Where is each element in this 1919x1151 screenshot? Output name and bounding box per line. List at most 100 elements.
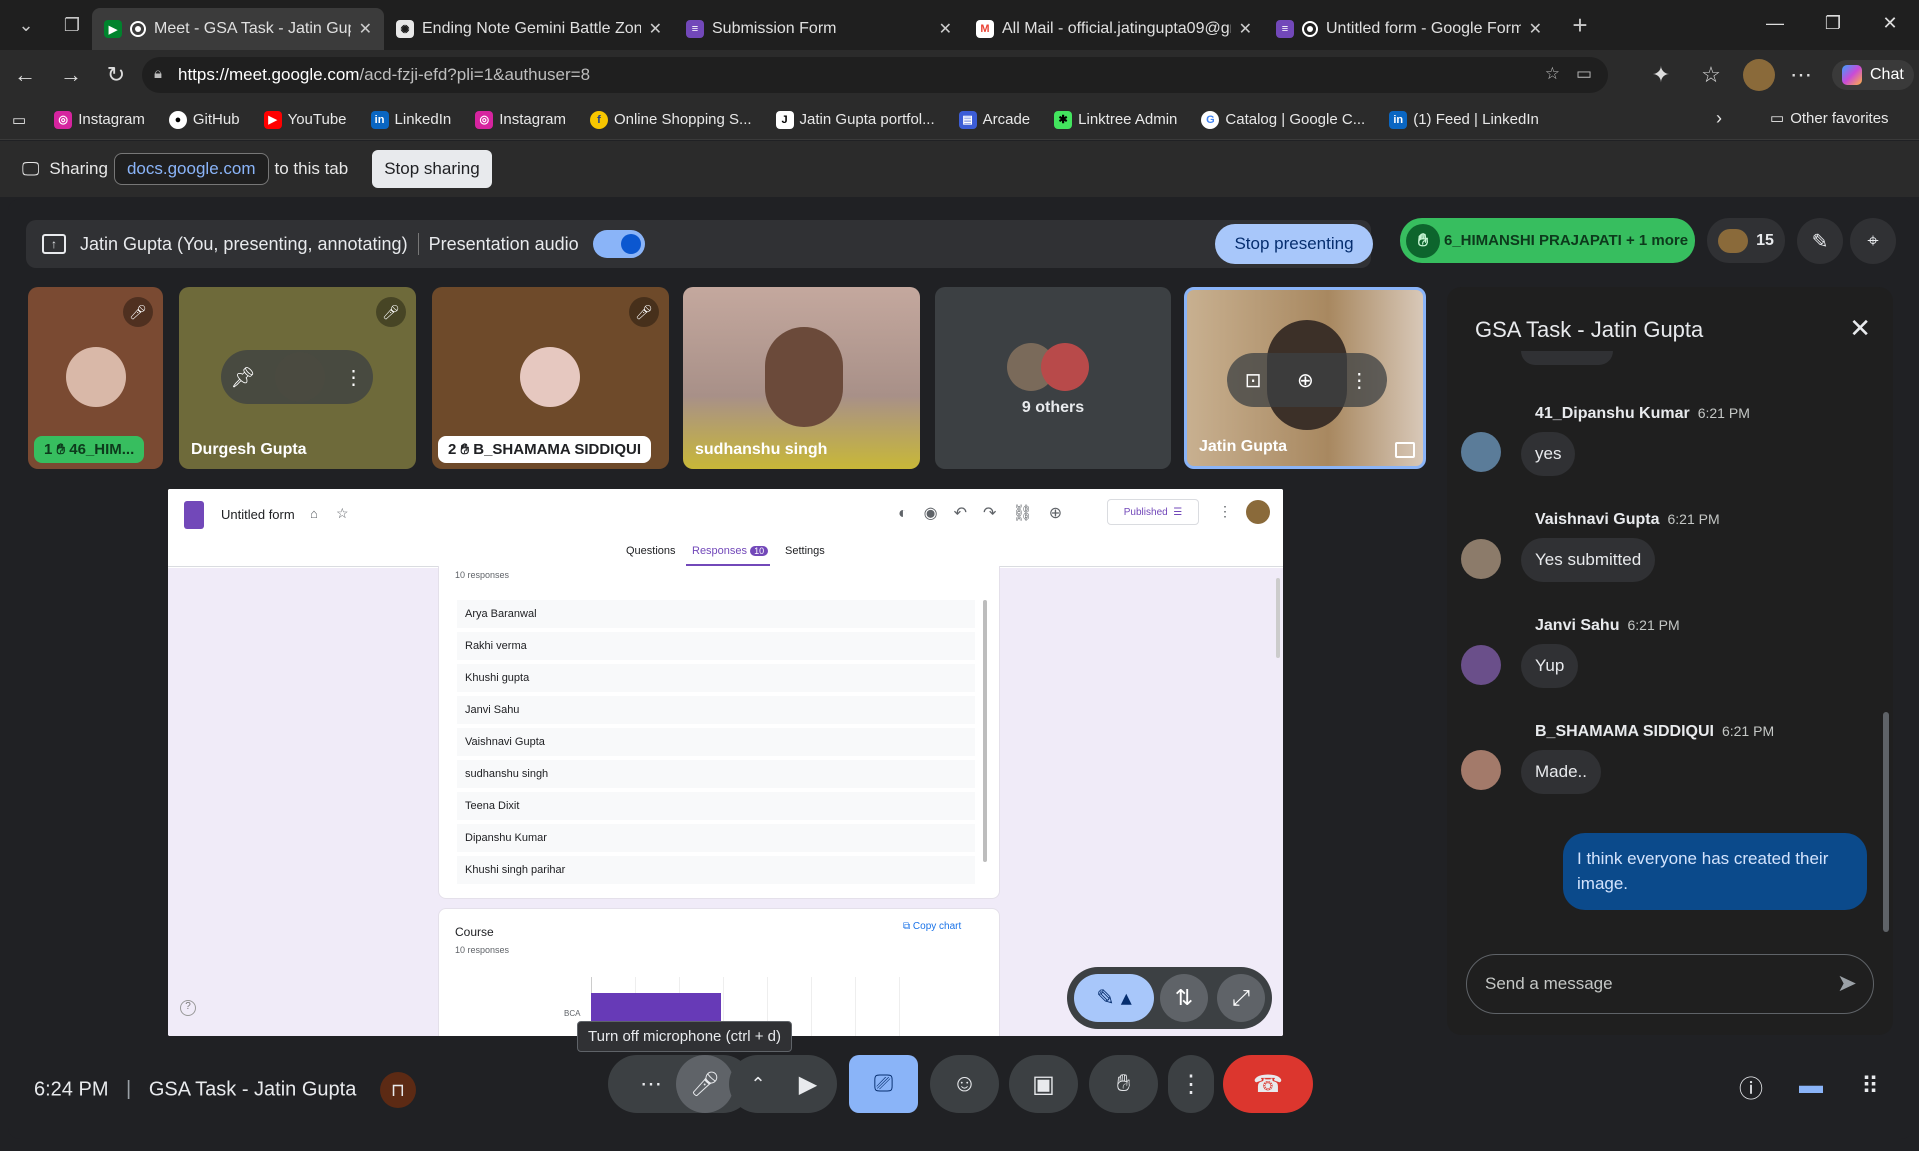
browser-tab-strip: ⌄ ❐ ▶ Meet - GSA Task - Jatin Gupta ✕ ✺ …: [0, 0, 1919, 50]
annotation-pen-tool[interactable]: ✎ ▴: [1074, 974, 1154, 1022]
presentation-audio-toggle[interactable]: [592, 230, 645, 258]
favorites-icon[interactable]: ☆: [1698, 62, 1724, 88]
self-tile[interactable]: ⊡ ⊕ ⋮ Jatin Gupta: [1184, 287, 1426, 469]
hand-number: 2: [448, 441, 457, 458]
more-options-icon[interactable]: ⋮: [344, 365, 364, 390]
send-icon[interactable]: ➤: [1837, 969, 1857, 998]
others-label: 9 others: [1021, 399, 1085, 416]
emoji-reaction-button[interactable]: ☺: [930, 1055, 999, 1113]
tab-ending-note[interactable]: ✺ Ending Note Gemini Battle Zone ✕: [384, 8, 674, 50]
close-chat-icon[interactable]: ✕: [1849, 313, 1871, 344]
tile-name: Jatin Gupta: [1199, 438, 1288, 455]
captions-button[interactable]: ▣: [1009, 1055, 1078, 1113]
meeting-info: 6:24 PM | GSA Task - Jatin Gupta ⊓: [34, 1072, 416, 1108]
participant-tile-video[interactable]: sudhanshu singh: [683, 287, 920, 469]
restore-icon[interactable]: ❐: [1805, 0, 1861, 46]
close-tab-icon[interactable]: ✕: [649, 19, 662, 39]
reload-icon[interactable]: ↻: [103, 62, 129, 88]
close-tab-icon[interactable]: ✕: [1529, 19, 1542, 39]
new-tab-icon[interactable]: +: [1560, 5, 1600, 45]
chat-input[interactable]: Send a message ➤: [1466, 954, 1874, 1014]
tab-list-chevron-icon[interactable]: ⌄: [6, 5, 46, 45]
door-icon[interactable]: ⊓: [379, 1072, 416, 1108]
chat-scrollbar[interactable]: [1883, 712, 1889, 932]
stop-sharing-button[interactable]: Stop sharing: [372, 150, 492, 188]
minimize-icon[interactable]: —: [1747, 0, 1803, 46]
microphone-button[interactable]: 🎤︎: [676, 1055, 734, 1113]
extensions-icon[interactable]: ✦: [1648, 62, 1674, 88]
bookmark-instagram-2[interactable]: ◎ Instagram: [475, 110, 566, 129]
responses-count: 10 responses: [455, 570, 510, 580]
activities-icon[interactable]: ⠿: [1852, 1068, 1888, 1104]
close-tab-icon[interactable]: ✕: [939, 19, 952, 39]
bookmark-online-shopping[interactable]: f Online Shopping S...: [589, 110, 752, 129]
tile-name: 46_HIM...: [69, 441, 135, 458]
unpin-icon[interactable]: ⌖: [1850, 218, 1896, 264]
tab-meet[interactable]: ▶ Meet - GSA Task - Jatin Gupta ✕: [92, 8, 384, 50]
camera-options-chevron-icon[interactable]: ⌃: [733, 1074, 783, 1095]
more-menu-icon[interactable]: ⋯: [1788, 62, 1814, 88]
pin-icon[interactable]: 📌︎: [230, 365, 255, 390]
bookmarks-overflow-chevron-icon[interactable]: ›: [1716, 108, 1722, 129]
raised-hands-chip[interactable]: ✋︎ 6_HIMANSHI PRAJAPATI + 1 more: [1400, 218, 1695, 263]
bookmark-linkedin-feed[interactable]: in (1) Feed | LinkedIn: [1389, 110, 1539, 129]
frame-icon[interactable]: ⊡: [1245, 368, 1262, 393]
linkedin-icon: in: [1389, 110, 1408, 129]
tab-submission-form[interactable]: ≡ Submission Form ✕: [674, 8, 964, 50]
participant-tile[interactable]: 🎤︎ 📌︎ ⋮ Durgesh Gupta: [179, 287, 416, 469]
more-options-icon[interactable]: ⋮: [1349, 368, 1369, 393]
bookmark-catalog[interactable]: G Catalog | Google C...: [1201, 110, 1365, 129]
tile-name-pill: 2 ✋︎ B_SHAMAMA SIDDIQUI: [438, 436, 652, 463]
camera-button[interactable]: ▶︎: [783, 1070, 833, 1099]
back-icon[interactable]: ←: [12, 62, 38, 88]
bookmark-instagram[interactable]: ◎ Instagram: [54, 110, 145, 129]
other-favorites[interactable]: ▭ Other favorites: [1770, 109, 1889, 128]
bookmark-portfolio[interactable]: J Jatin Gupta portfol...: [775, 110, 935, 129]
message-time: 6:21 PM: [1721, 723, 1775, 739]
chat-icon[interactable]: ▬: [1793, 1068, 1829, 1104]
stop-presenting-button[interactable]: Stop presenting: [1215, 224, 1373, 264]
site-info-icon[interactable]: 🔒︎: [154, 65, 162, 82]
close-window-icon[interactable]: ✕: [1862, 0, 1918, 46]
profile-avatar[interactable]: [1743, 59, 1775, 91]
fullscreen-icon[interactable]: ⤢: [1217, 974, 1265, 1022]
address-bar[interactable]: 🔒︎ https://meet.google.com/acd-fzji-efd?…: [142, 57, 1608, 93]
message-avatar: [1461, 750, 1501, 790]
chat-input-placeholder: Send a message: [1485, 974, 1613, 993]
add-image-icon[interactable]: ⊕: [1297, 368, 1314, 393]
picture-in-picture-icon[interactable]: [1395, 442, 1415, 458]
video-icon[interactable]: ▭: [1576, 64, 1592, 84]
avatar: [66, 347, 126, 407]
close-tab-icon[interactable]: ✕: [359, 19, 372, 39]
tab-untitled-form[interactable]: ≡ Untitled form - Google Forms ✕: [1264, 8, 1554, 50]
bookmarks-menu-icon[interactable]: ▭: [12, 111, 26, 129]
help-icon: ?: [180, 1000, 196, 1016]
more-audio-options-icon[interactable]: ⋯: [626, 1071, 676, 1097]
bookmark-github[interactable]: ● GitHub: [168, 110, 240, 129]
annotate-pen-icon[interactable]: ✎: [1797, 218, 1843, 264]
forms-body: 10 responses Arya Baranwal Rakhi verma K…: [168, 566, 1283, 1036]
participant-tile[interactable]: 🎤︎ 2 ✋︎ B_SHAMAMA SIDDIQUI: [432, 287, 669, 469]
end-call-button[interactable]: ☎︎: [1223, 1055, 1313, 1113]
others-tile[interactable]: 9 others: [935, 287, 1171, 469]
message-sender: Janvi Sahu: [1535, 617, 1620, 634]
copilot-chat-button[interactable]: Chat: [1832, 60, 1914, 90]
meeting-details-icon[interactable]: ⓘ: [1733, 1068, 1769, 1104]
swap-icon[interactable]: ⇅: [1160, 974, 1208, 1022]
forward-icon[interactable]: →: [58, 62, 84, 88]
avatar: [274, 352, 325, 402]
close-tab-icon[interactable]: ✕: [1239, 19, 1252, 39]
more-options-button[interactable]: ⋮: [1168, 1055, 1214, 1113]
present-screen-button[interactable]: ⎚: [849, 1055, 918, 1113]
bookmark-arcade[interactable]: ▤ Arcade: [958, 110, 1030, 129]
bookmark-youtube[interactable]: ▶ YouTube: [263, 110, 347, 129]
participants-button[interactable]: 15: [1707, 218, 1785, 263]
star-icon[interactable]: ☆: [1545, 64, 1560, 84]
tab-gmail[interactable]: M All Mail - official.jatingupta09@gm ✕: [964, 8, 1264, 50]
bookmark-linktree[interactable]: ✱ Linktree Admin: [1054, 110, 1177, 129]
bookmark-linkedin[interactable]: in LinkedIn: [370, 110, 451, 129]
workspaces-icon[interactable]: ❐: [52, 5, 92, 45]
hand-number: 1: [44, 441, 53, 458]
participant-tile[interactable]: 🎤︎ 1 ✋︎ 46_HIM...: [28, 287, 163, 469]
raise-hand-button[interactable]: ✋︎: [1089, 1055, 1158, 1113]
